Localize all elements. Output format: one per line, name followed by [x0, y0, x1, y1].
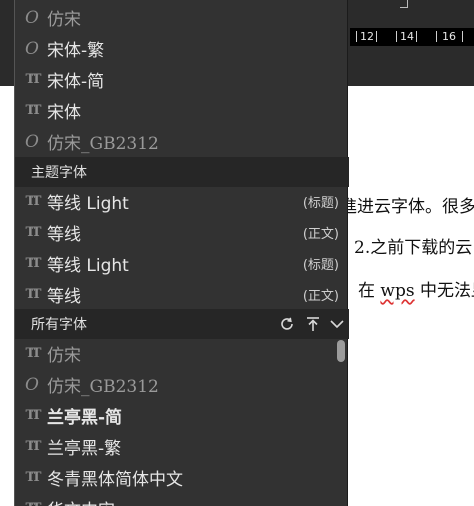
ruler-label-16: 16 — [442, 30, 456, 43]
ruler-label-12: 12 — [360, 30, 374, 43]
theme-font-item[interactable]: TT 等线 (正文) — [15, 217, 349, 248]
section-header-all-fonts: 所有字体 — [15, 309, 349, 339]
opentype-o-icon: O — [25, 131, 39, 152]
font-name: 仿宋_GB2312 — [47, 377, 159, 397]
font-name: 仿宋 — [47, 346, 81, 366]
font-name: 宋体 — [47, 103, 81, 123]
section-title: 主题字体 — [31, 165, 87, 181]
font-role-tag: (正文) — [302, 289, 339, 304]
ruler-tick — [462, 31, 463, 42]
ruler-tick — [396, 31, 397, 42]
font-name: 仿宋 — [47, 10, 81, 30]
font-name: 等线 Light — [47, 194, 129, 214]
opentype-o-icon: O — [25, 374, 39, 395]
ruler-label-14: 14 — [400, 30, 414, 43]
truetype-tt-icon: TT — [25, 407, 42, 423]
refresh-icon[interactable] — [277, 314, 297, 334]
font-list-scrollbar[interactable] — [335, 338, 347, 506]
font-role-tag: (标题) — [302, 258, 339, 273]
font-name: 冬青黑体简体中文 — [47, 470, 183, 490]
font-name: 宋体-简 — [47, 72, 105, 92]
all-font-item[interactable]: TT 华文中宋 — [15, 493, 349, 506]
font-item[interactable]: O 仿宋_GB2312 — [15, 126, 349, 157]
ruler-tick — [356, 31, 357, 42]
document-text-line-2: 2.之前下载的云 — [354, 238, 473, 258]
truetype-tt-icon: TT — [25, 193, 42, 209]
font-name: 等线 — [47, 287, 81, 307]
document-text-line-1: 進进云字体。很多 — [340, 197, 474, 217]
truetype-tt-icon: TT — [25, 224, 42, 240]
theme-font-item[interactable]: TT 等线 (正文) — [15, 279, 349, 310]
truetype-tt-icon: TT — [25, 438, 42, 454]
ruler-tick — [436, 31, 437, 42]
theme-font-item[interactable]: TT 等线 Light (标题) — [15, 186, 349, 217]
font-name: 仿宋_GB2312 — [47, 134, 159, 154]
font-item[interactable]: TT 宋体-简 — [15, 64, 349, 95]
app-window: 12 14 16 進进云字体。很多 2.之前下载的云 在 wps 中无法显 O … — [0, 0, 474, 506]
horizontal-ruler[interactable]: 12 14 16 — [350, 28, 474, 46]
all-font-item[interactable]: TT 仿宋 — [15, 338, 349, 369]
chevron-down-icon[interactable] — [327, 314, 347, 334]
font-name: 等线 Light — [47, 256, 129, 276]
ruler-tick — [376, 31, 377, 42]
section-title: 所有字体 — [31, 317, 87, 333]
font-name: 兰亭黑-繁 — [47, 439, 122, 459]
all-font-item[interactable]: TT 冬青黑体简体中文 — [15, 462, 349, 493]
ruler-tick — [416, 31, 417, 42]
misspelled-word: wps — [380, 281, 415, 301]
font-role-tag: (标题) — [302, 196, 339, 211]
ruler-corner-mark — [400, 0, 408, 8]
truetype-tt-icon: TT — [25, 102, 42, 118]
opentype-o-icon: O — [25, 38, 39, 59]
font-item[interactable]: O 仿宋 — [15, 2, 349, 33]
font-role-tag: (正文) — [302, 227, 339, 242]
truetype-tt-icon: TT — [25, 345, 42, 361]
font-name: 等线 — [47, 225, 81, 245]
document-text-prefix: 在 — [358, 281, 375, 301]
document-text-suffix: 中无法显 — [419, 281, 474, 301]
font-dropdown-panel[interactable]: O 仿宋 O 宋体-繁 TT 宋体-简 TT 宋体 O 仿宋_GB2312 主题… — [14, 0, 349, 506]
all-font-item[interactable]: TT 兰亭黑-繁 — [15, 431, 349, 462]
section-header-theme-fonts: 主题字体 — [15, 157, 349, 187]
truetype-tt-icon: TT — [25, 286, 42, 302]
font-item[interactable]: TT 宋体 — [15, 95, 349, 126]
truetype-tt-icon: TT — [23, 499, 42, 506]
scrollbar-thumb[interactable] — [337, 340, 345, 362]
truetype-tt-icon: TT — [25, 71, 42, 87]
truetype-tt-icon: TT — [25, 469, 42, 485]
truetype-tt-icon: TT — [25, 255, 42, 271]
scroll-to-top-icon[interactable] — [303, 314, 323, 334]
all-font-item[interactable]: TT 兰亭黑-简 — [15, 400, 349, 431]
font-name: 兰亭黑-简 — [47, 408, 123, 428]
theme-font-item[interactable]: TT 等线 Light (标题) — [15, 248, 349, 279]
all-font-item[interactable]: O 仿宋_GB2312 — [15, 369, 349, 400]
font-name: 华文中宋 — [47, 496, 115, 506]
opentype-o-icon: O — [25, 7, 39, 28]
font-name: 宋体-繁 — [47, 41, 105, 61]
document-text-line-3: 在 wps 中无法显 — [358, 276, 474, 301]
font-item[interactable]: O 宋体-繁 — [15, 33, 349, 64]
